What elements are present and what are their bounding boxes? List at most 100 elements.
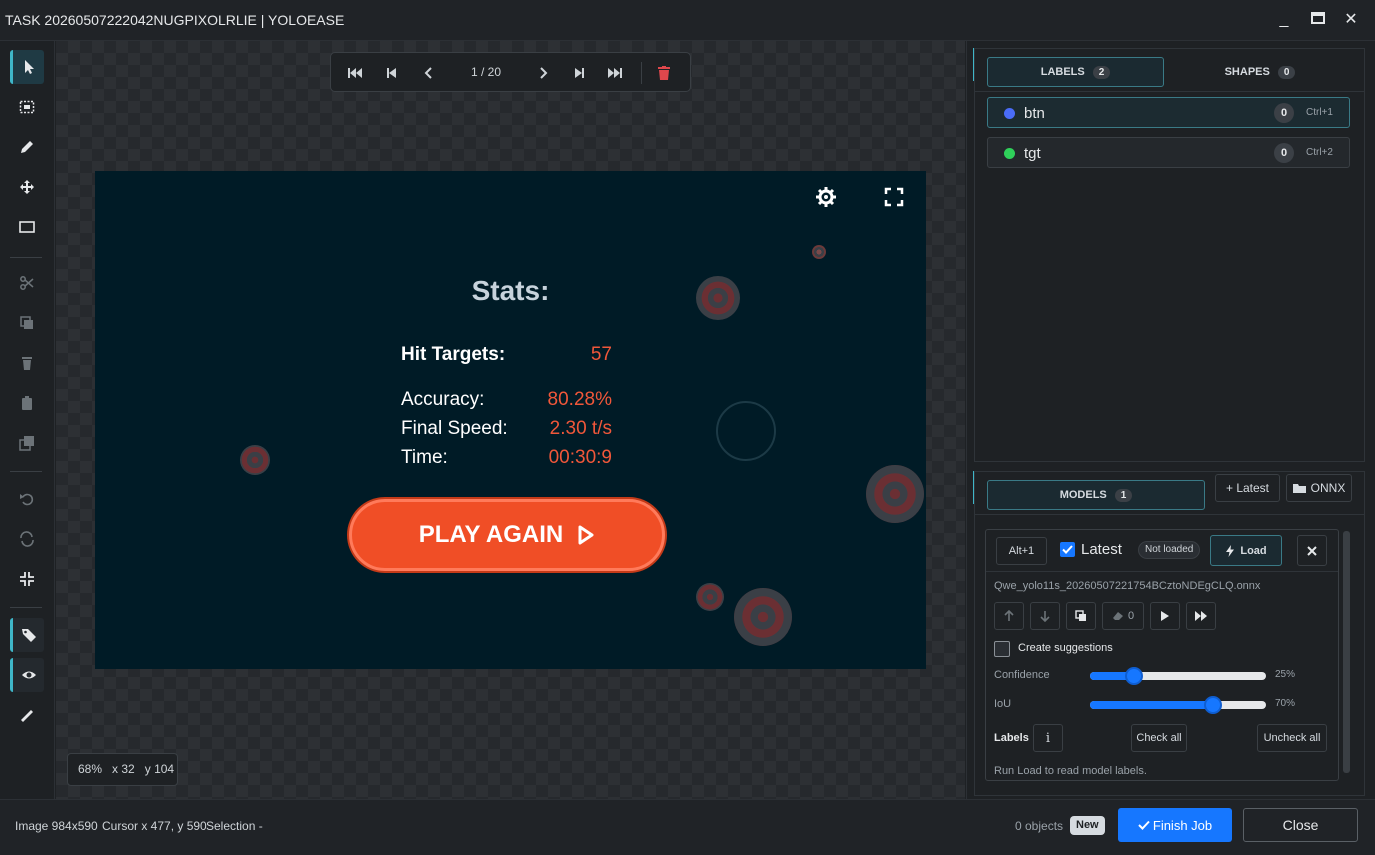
skip-first-icon: [348, 68, 362, 78]
undo-tool[interactable]: [10, 482, 44, 516]
copy-icon: [1075, 610, 1086, 621]
model-labels-heading: Labels: [994, 732, 1029, 744]
move-down-button[interactable]: [1030, 602, 1060, 630]
delete-image-button[interactable]: [653, 62, 675, 84]
create-suggestions-checkbox[interactable]: [994, 641, 1010, 657]
title-bar: TASK 20260507222042NUGPIXOLRLIE | YOLOEA…: [0, 0, 1375, 41]
time-label: Time:: [401, 447, 448, 468]
labels-info-button[interactable]: i: [1033, 724, 1063, 752]
play-icon: [578, 525, 594, 545]
uncheck-all-button[interactable]: Uncheck all: [1257, 724, 1327, 752]
close-button[interactable]: Close: [1243, 808, 1358, 842]
confidence-slider[interactable]: [1090, 667, 1266, 685]
card-divider: [986, 571, 1338, 572]
models-scrollbar[interactable]: [1343, 531, 1350, 773]
minimize-button[interactable]: _: [1272, 8, 1296, 32]
clipboard-icon: [22, 396, 32, 410]
delete-tool[interactable]: [10, 346, 44, 380]
box-select-tool[interactable]: [10, 90, 44, 124]
first-image-button[interactable]: [344, 62, 366, 84]
pencil-tool[interactable]: [10, 130, 44, 164]
tab-models-count: 1: [1114, 488, 1133, 502]
label-shortcut: Ctrl+1: [1306, 107, 1333, 118]
previous-image-button[interactable]: [417, 62, 439, 84]
check-icon: [1062, 545, 1073, 554]
label-item-btn[interactable]: btn 0 Ctrl+1: [987, 97, 1350, 128]
accuracy-label: Accuracy:: [401, 389, 485, 410]
rectangle-icon: [19, 221, 35, 233]
new-badge: New: [1070, 816, 1105, 835]
run-all-button[interactable]: [1186, 602, 1216, 630]
iou-value: 70%: [1275, 698, 1296, 709]
iou-fill: [1090, 701, 1214, 709]
objects-count: 0 objects: [1015, 819, 1064, 833]
previous-page-button[interactable]: [381, 62, 403, 84]
onnx-button[interactable]: ONNX: [1286, 474, 1352, 502]
undo-icon: [20, 493, 34, 506]
model-enabled-checkbox[interactable]: [1060, 542, 1075, 557]
duplicate-tool[interactable]: [10, 426, 44, 460]
load-model-button[interactable]: Load: [1210, 535, 1282, 566]
check-all-button[interactable]: Check all: [1131, 724, 1187, 752]
paste-tool[interactable]: [10, 386, 44, 420]
iou-label: IoU: [994, 698, 1012, 710]
tab-labels[interactable]: LABELS 2: [987, 57, 1164, 87]
final-speed-label: Final Speed:: [401, 418, 508, 439]
target-marker: [812, 245, 826, 259]
copy-tool[interactable]: [10, 306, 44, 340]
eye-icon: [21, 671, 36, 679]
move-up-button[interactable]: [994, 602, 1024, 630]
remove-model-button[interactable]: [1297, 535, 1327, 566]
duplicate-model-button[interactable]: [1066, 602, 1096, 630]
redo-tool[interactable]: [10, 522, 44, 556]
nav-divider: [641, 62, 642, 84]
play-again-label: PLAY AGAIN: [418, 521, 564, 548]
select-tool[interactable]: [10, 50, 44, 84]
target-outline: [716, 401, 776, 461]
move-tool[interactable]: [10, 170, 44, 204]
label-count: 0: [1274, 103, 1294, 123]
next-image-button[interactable]: [533, 62, 555, 84]
label-name: btn: [1024, 105, 1045, 122]
run-model-button[interactable]: [1150, 602, 1180, 630]
toolbar-divider: [10, 257, 42, 258]
clear-suggestions-button[interactable]: 0: [1102, 602, 1144, 630]
final-speed-value: 2.30 t/s: [549, 418, 612, 439]
model-shortcut-button[interactable]: Alt+1: [996, 537, 1047, 565]
label-item-tgt[interactable]: tgt 0 Ctrl+2: [987, 137, 1350, 168]
cut-tool[interactable]: [10, 266, 44, 300]
eraser-icon: [1112, 612, 1123, 620]
move-icon: [20, 180, 34, 194]
last-image-button[interactable]: [604, 62, 626, 84]
cursor-position: Cursor x 477, y 590: [102, 819, 207, 833]
target-marker: [696, 583, 724, 611]
fit-view-tool[interactable]: [10, 562, 44, 596]
tab-models[interactable]: MODELS 1: [987, 480, 1205, 510]
rectangle-tool[interactable]: [10, 210, 44, 244]
image-preview[interactable]: Stats: Hit Targets: 57 Accuracy: 80.28% …: [95, 171, 926, 669]
finish-job-button[interactable]: Finish Job: [1118, 808, 1232, 842]
iou-slider[interactable]: [1090, 696, 1266, 714]
duplicate-icon: [19, 436, 34, 451]
ruler-icon: [21, 710, 33, 722]
confidence-thumb[interactable]: [1125, 667, 1143, 685]
tab-shapes[interactable]: SHAPES 0: [1170, 57, 1350, 87]
maximize-button[interactable]: [1306, 8, 1330, 32]
left-toolbar: [0, 41, 55, 799]
tag-icon: [21, 629, 36, 642]
chevron-left-icon: [424, 67, 432, 79]
accuracy-value: 80.28%: [547, 389, 612, 410]
labels-toggle[interactable]: [10, 618, 44, 652]
clear-count: 0: [1127, 610, 1135, 622]
trash-icon: [22, 357, 32, 370]
next-page-button[interactable]: [568, 62, 590, 84]
maximize-icon: [1311, 12, 1325, 24]
measure-tool[interactable]: [10, 698, 44, 732]
visibility-toggle[interactable]: [10, 658, 44, 692]
close-window-button[interactable]: ✕: [1339, 8, 1363, 32]
iou-thumb[interactable]: [1204, 696, 1223, 714]
tab-labels-count: 2: [1092, 65, 1111, 79]
time-value: 00:30:9: [548, 447, 612, 468]
toolbar-divider: [10, 471, 42, 472]
add-latest-button[interactable]: + Latest: [1215, 474, 1280, 502]
